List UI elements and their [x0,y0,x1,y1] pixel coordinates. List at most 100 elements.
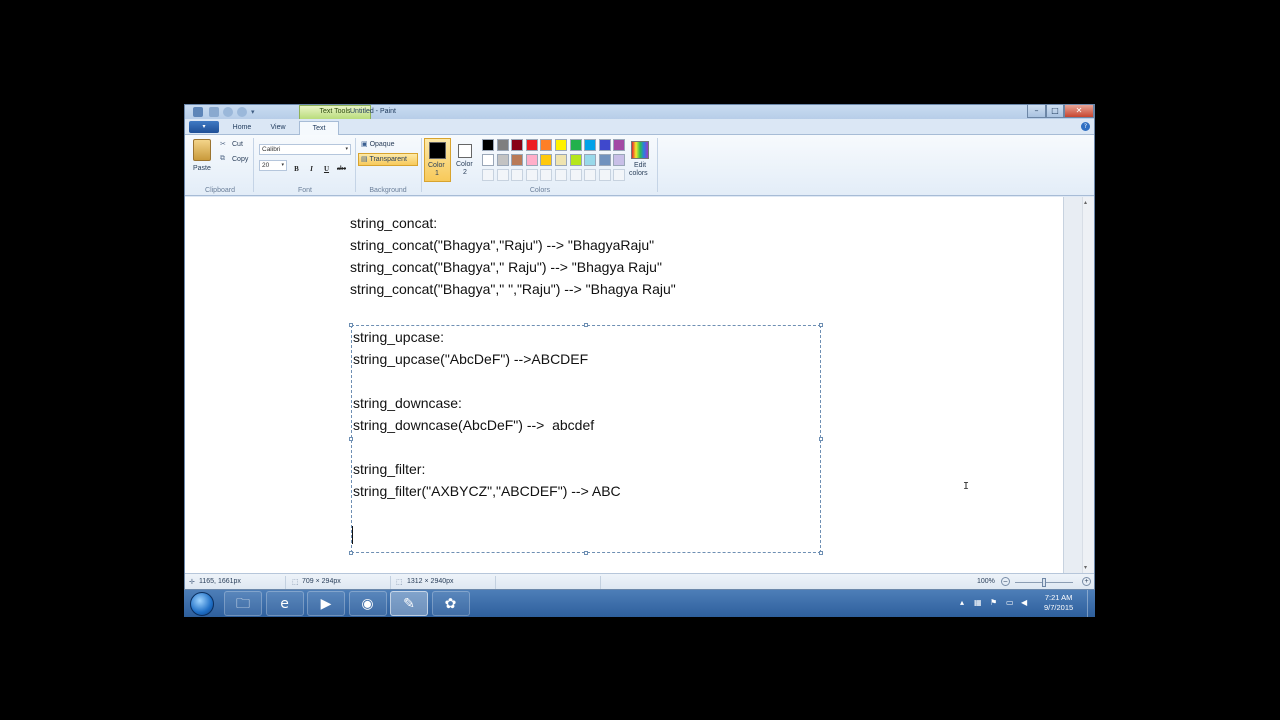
resize-handle[interactable] [584,551,588,555]
palette-swatch[interactable] [482,169,494,181]
customize-qat-icon[interactable]: ▾ [251,107,261,117]
save-icon[interactable] [209,107,219,117]
color2-button[interactable]: Color 2 [453,138,480,182]
start-button[interactable] [190,592,214,616]
palette-swatch[interactable] [584,154,597,166]
palette-swatch[interactable] [496,169,509,181]
paste-button[interactable]: Paste [193,165,211,172]
palette-swatch[interactable] [598,139,611,151]
scroll-down-icon[interactable]: ▾ [1084,564,1087,571]
palette-swatch[interactable] [540,169,553,181]
cursor-position: 1165, 1661px [199,578,241,585]
image-size: 1312 × 2940px [407,578,454,585]
taskbar-app-chrome[interactable]: ◉ [348,591,387,616]
palette-swatch[interactable] [540,154,553,166]
palette-swatch[interactable] [613,169,626,181]
palette-swatch[interactable] [584,169,597,181]
color1-number: 1 [435,170,439,177]
font-size-value: 20 [262,162,270,169]
palette-swatch[interactable] [569,154,582,166]
taskbar-app-windows-explorer[interactable]: 🗀 [224,591,262,616]
scrollbar-track[interactable]: ▴ ▾ [1082,197,1094,573]
palette-swatch[interactable] [613,154,626,166]
palette-swatch[interactable] [613,139,626,151]
app-menu-button[interactable]: ▾ [189,121,219,133]
resize-handle[interactable] [349,551,353,555]
italic-button[interactable]: I [305,162,318,174]
cut-button[interactable]: Cut [232,141,243,148]
palette-swatch[interactable] [482,154,494,166]
paste-icon[interactable] [193,139,211,161]
vertical-scrollbar[interactable]: ▴ ▾ [1063,197,1094,573]
palette-swatch[interactable] [584,139,597,151]
zoom-in-icon[interactable]: + [1082,577,1091,586]
palette-swatch[interactable] [511,154,524,166]
palette-swatch[interactable] [511,139,524,151]
palette-swatch[interactable] [555,169,567,181]
clipboard-group-label: Clipboard [205,187,235,194]
zoom-out-icon[interactable]: – [1001,577,1010,586]
taskbar-app-media-player[interactable]: ▶ [307,591,345,616]
tray-app-icon[interactable]: ▦ [974,598,982,607]
system-clock[interactable]: 7:21 AM 9/7/2015 [1044,593,1073,613]
palette-swatch[interactable] [598,154,611,166]
palette-swatch[interactable] [555,139,567,151]
tab-home[interactable]: Home [227,121,257,135]
tab-view[interactable]: View [263,121,293,135]
edit-colors-label-2[interactable]: colors [629,170,648,177]
bold-button[interactable]: B [290,162,303,174]
font-size-dropdown[interactable]: 20 ▾ [259,160,287,171]
redo-icon[interactable] [237,107,247,117]
image-size-icon: ⬚ [396,579,403,586]
palette-swatch[interactable] [496,139,509,151]
palette-swatch[interactable] [525,139,538,151]
tab-text[interactable]: Text [299,121,339,135]
scroll-up-icon[interactable]: ▴ [1084,199,1087,206]
zoom-slider-thumb[interactable] [1042,578,1046,587]
palette-swatch[interactable] [540,139,553,151]
resize-handle[interactable] [819,437,823,441]
volume-icon[interactable]: ◀ [1021,598,1027,607]
show-hidden-icons-icon[interactable]: ▴ [960,598,964,607]
action-center-icon[interactable]: ⚑ [990,598,997,607]
maximize-button[interactable]: □ [1046,105,1064,118]
taskbar-app-internet-explorer[interactable]: e [265,591,304,616]
opaque-icon: ▣ [361,141,368,148]
show-desktop-button[interactable] [1087,590,1095,617]
paint-window: ▾ Text Tools Untitled - Paint – □ ✕ ▾ Ho… [184,104,1095,590]
resize-handle[interactable] [584,323,588,327]
resize-handle[interactable] [349,323,353,327]
taskbar-app-paint[interactable]: ✎ [390,591,428,616]
close-button[interactable]: ✕ [1064,105,1094,118]
palette-swatch[interactable] [496,154,509,166]
palette-swatch[interactable] [482,139,494,151]
undo-icon[interactable] [223,107,233,117]
opaque-button[interactable]: ▣ Opaque [361,140,395,148]
paint-app-icon[interactable] [193,107,203,117]
palette-swatch[interactable] [511,169,524,181]
drawing-canvas[interactable]: string_concat: string_concat("Bhagya","R… [185,197,1063,573]
resize-handle[interactable] [349,437,353,441]
palette-swatch[interactable] [598,169,611,181]
strikethrough-button[interactable]: abc [335,162,348,174]
copy-icon: ⧉ [220,155,225,162]
transparent-button[interactable]: ▤ Transparent [358,153,418,166]
font-family-dropdown[interactable]: Calibri ▾ [259,144,351,155]
copy-button[interactable]: Copy [232,156,248,163]
edit-colors-icon[interactable] [631,141,649,159]
resize-handle[interactable] [819,551,823,555]
help-icon[interactable]: ? [1081,122,1090,131]
color1-button[interactable]: Color 1 [424,138,451,182]
taskbar-app-flower-app[interactable]: ✿ [431,591,470,616]
usb-device-icon[interactable]: ▭ [1006,598,1014,607]
underline-button[interactable]: U [320,162,333,174]
palette-swatch[interactable] [569,169,582,181]
transparent-icon: ▤ [361,156,368,163]
minimize-button[interactable]: – [1027,105,1046,118]
palette-swatch[interactable] [525,169,538,181]
edit-colors-label[interactable]: Edit [634,162,646,169]
palette-swatch[interactable] [569,139,582,151]
palette-swatch[interactable] [525,154,538,166]
palette-swatch[interactable] [555,154,567,166]
resize-handle[interactable] [819,323,823,327]
